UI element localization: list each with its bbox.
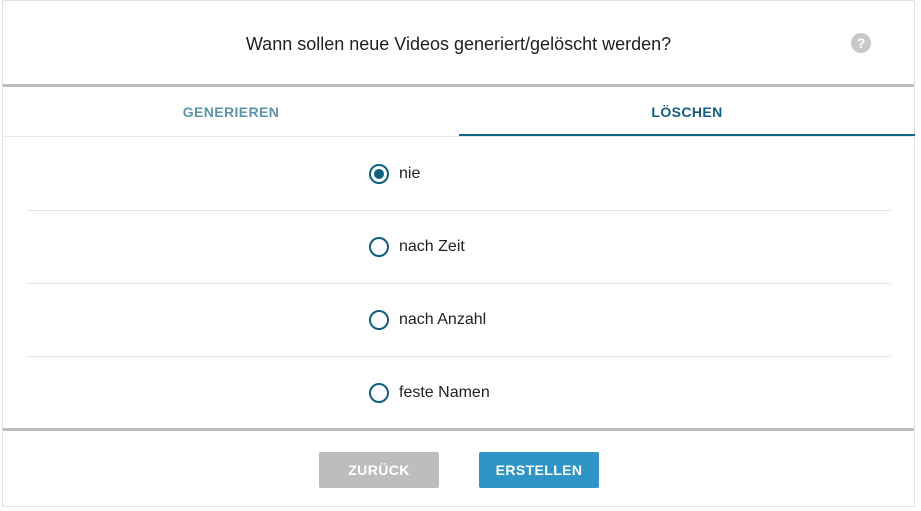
radio-nie[interactable] (369, 164, 389, 184)
option-label[interactable]: nach Zeit (399, 238, 465, 256)
tab-loeschen[interactable]: LÖSCHEN (459, 87, 915, 136)
dialog-header: Wann sollen neue Videos generiert/gelösc… (3, 1, 914, 87)
dialog-title: Wann sollen neue Videos generiert/gelösc… (245, 34, 672, 54)
option-label[interactable]: nach Anzahl (399, 311, 486, 329)
radio-nach-zeit[interactable] (369, 237, 389, 257)
create-button[interactable]: ERSTELLEN (479, 452, 599, 488)
option-nach-anzahl[interactable]: nach Anzahl (27, 284, 891, 357)
radio-feste-namen[interactable] (369, 383, 389, 403)
option-label[interactable]: nie (399, 165, 420, 183)
option-feste-namen[interactable]: feste Namen (27, 357, 891, 430)
back-button[interactable]: ZURÜCK (319, 452, 439, 488)
dialog: Wann sollen neue Videos generiert/gelösc… (2, 0, 915, 507)
dialog-footer: ZURÜCK ERSTELLEN (3, 428, 914, 506)
tab-generieren[interactable]: GENERIEREN (3, 87, 459, 136)
tab-bar: GENERIEREN LÖSCHEN (3, 87, 915, 137)
option-nach-zeit[interactable]: nach Zeit (27, 211, 891, 284)
help-icon[interactable]: ? (851, 33, 871, 53)
option-nie[interactable]: nie (27, 138, 891, 211)
radio-nach-anzahl[interactable] (369, 310, 389, 330)
option-label[interactable]: feste Namen (399, 384, 490, 402)
